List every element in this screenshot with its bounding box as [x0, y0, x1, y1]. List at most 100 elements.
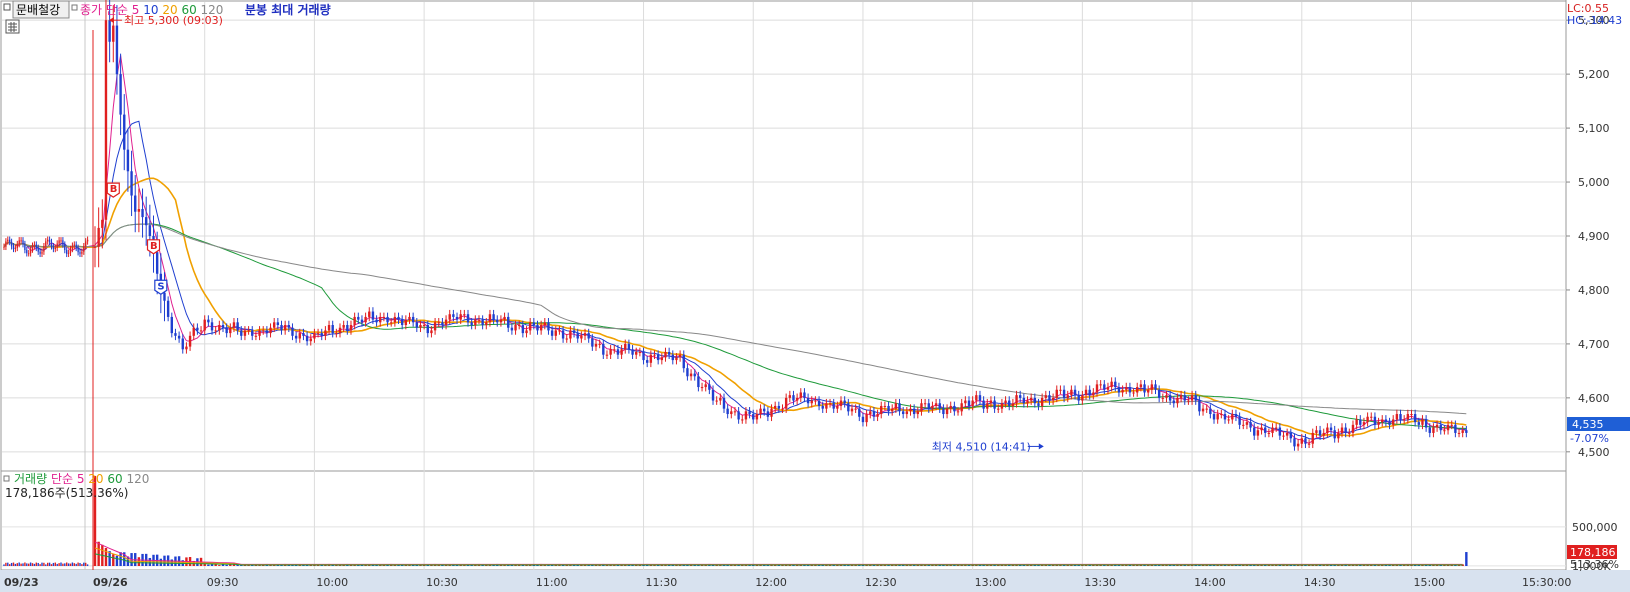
candle-body — [836, 405, 839, 409]
candle-body — [1381, 419, 1384, 423]
volume-bar — [66, 562, 68, 566]
candle-body — [408, 316, 411, 320]
candle-body — [1362, 422, 1366, 425]
chart-mode: 분봉 최대 거래량 — [245, 2, 331, 17]
time-tick-label: 15:00 — [1413, 576, 1445, 589]
candle-body — [415, 322, 419, 328]
candle-body — [320, 333, 323, 336]
candle-body — [920, 403, 923, 412]
candle-body — [1231, 414, 1234, 420]
candle-body — [437, 322, 440, 324]
time-tick-label: 09/23 — [4, 576, 39, 589]
candle-body — [1399, 414, 1402, 420]
candle-body — [752, 414, 755, 420]
candle-body — [989, 400, 993, 404]
candle-body — [360, 319, 364, 323]
volume-legend-item: 120 — [123, 472, 150, 486]
candle-body — [1029, 397, 1033, 401]
volume-bar — [207, 564, 210, 566]
candle-body — [653, 354, 656, 356]
candle-body — [638, 352, 642, 353]
candle-body — [364, 316, 367, 323]
candle-body — [1260, 427, 1263, 431]
candle-body — [81, 251, 83, 254]
candle-body — [514, 325, 517, 331]
candle-body — [682, 354, 685, 369]
candle-body — [58, 240, 60, 244]
candle-body — [291, 327, 294, 336]
candle-body — [83, 246, 85, 252]
stock-chart[interactable]: 5,3005,2005,1005,0004,9004,8004,7004,600… — [0, 0, 1630, 592]
candle-body — [1150, 384, 1154, 390]
candle-body — [528, 322, 532, 331]
candle-body — [934, 403, 938, 406]
candle-body — [60, 240, 62, 242]
signal-marker-label: B — [150, 241, 158, 252]
candle-body — [470, 322, 473, 326]
candle-body — [430, 330, 433, 334]
candle-body — [1439, 424, 1442, 431]
candle-body — [166, 300, 170, 317]
candle-body — [66, 250, 68, 254]
price-tick-label: 4,700 — [1578, 338, 1610, 351]
candle-body — [298, 333, 301, 339]
candle-body — [894, 403, 898, 409]
candle-body — [353, 316, 356, 326]
candle-body — [708, 384, 711, 390]
candle-body — [48, 239, 51, 242]
volume-bar — [69, 563, 72, 566]
candle-body — [854, 408, 857, 410]
candle-body — [69, 248, 72, 253]
volume-bar — [77, 562, 79, 566]
candle-body — [686, 368, 689, 377]
candle-body — [909, 408, 912, 412]
candle-body — [1099, 384, 1102, 386]
candle-body — [45, 241, 47, 247]
candle-body — [280, 325, 283, 331]
candle-body — [1227, 419, 1230, 421]
candle-body — [232, 322, 236, 328]
volume-bar — [31, 563, 34, 566]
candle-body — [1311, 432, 1314, 444]
candle-body — [737, 411, 740, 420]
candle-body — [675, 357, 678, 361]
candle-body — [660, 357, 664, 361]
candle-body — [880, 405, 883, 415]
candle-body — [28, 253, 30, 255]
candle-body — [181, 338, 184, 350]
candle-body — [1366, 416, 1369, 423]
candle-body — [1088, 389, 1091, 396]
candle-body — [572, 330, 576, 334]
candle-body — [272, 322, 276, 328]
candle-body — [86, 239, 89, 242]
candle-body — [426, 325, 429, 334]
candle-body — [1256, 430, 1260, 436]
candle-body — [1304, 438, 1307, 444]
candle-body — [711, 389, 715, 401]
candle-body — [47, 239, 49, 242]
candle-body — [130, 171, 133, 196]
candle-body — [1033, 397, 1037, 404]
candle-body — [185, 346, 188, 350]
candle-body — [799, 392, 802, 398]
candle-body — [697, 376, 700, 388]
candle-body — [1011, 403, 1015, 406]
candle-body — [759, 408, 762, 415]
candle-body — [616, 349, 620, 355]
candle-body — [43, 246, 45, 252]
candle-body — [1095, 384, 1099, 393]
candle-body — [773, 405, 777, 409]
candle-body — [1377, 422, 1380, 425]
candle-body — [1179, 395, 1183, 398]
candle-body — [22, 240, 24, 245]
candle-body — [1070, 389, 1073, 396]
candle-body — [433, 322, 437, 331]
candle-body — [1267, 432, 1271, 434]
candle-body — [368, 311, 371, 317]
volume-bar — [56, 563, 58, 566]
x-axis-band — [0, 570, 1630, 592]
volume-bar — [86, 564, 89, 566]
candle-body — [1245, 422, 1249, 425]
price-badge-change: -7.07% — [1570, 432, 1609, 445]
volume-legend-item: 거래량 — [14, 472, 47, 486]
